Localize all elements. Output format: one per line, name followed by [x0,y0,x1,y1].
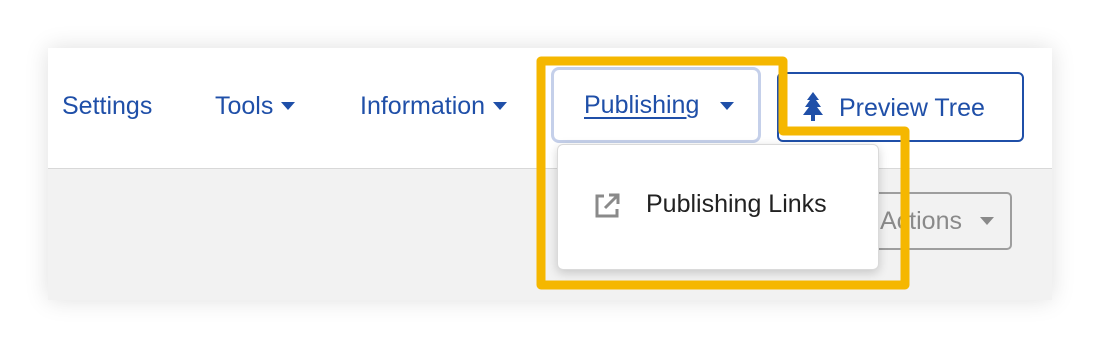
actions-label: Actions [880,207,962,235]
app-window: Settings Tools Information Publishing Pr… [48,48,1052,300]
caret-down-icon [980,217,994,225]
dropdown-item-publishing-links[interactable]: Publishing Links [558,181,878,229]
nav-information-label: Information [360,92,486,120]
publishing-text: Publishing [584,91,700,119]
nav-settings-label: Settings [62,92,153,120]
preview-tree-button[interactable]: Preview Tree [777,72,1024,142]
publishing-dropdown-menu: Publishing Links [557,144,879,270]
top-navbar: Settings Tools Information Publishing Pr… [48,48,1052,169]
external-link-icon [595,193,620,218]
nav-tools-label: Tools [215,92,274,120]
dropdown-item-label: Publishing Links [646,190,827,218]
preview-tree-label: Preview Tree [839,94,985,122]
nav-publishing-label: Publishing [584,87,699,123]
caret-down-icon [281,102,296,110]
tree-icon [803,92,823,121]
nav-tools-dropdown[interactable]: Tools [215,88,296,124]
caret-down-icon [493,102,508,110]
nav-information-dropdown[interactable]: Information [360,88,508,124]
nav-settings[interactable]: Settings [62,88,152,124]
caret-down-icon [720,102,734,110]
nav-publishing-dropdown[interactable]: Publishing [551,67,761,143]
